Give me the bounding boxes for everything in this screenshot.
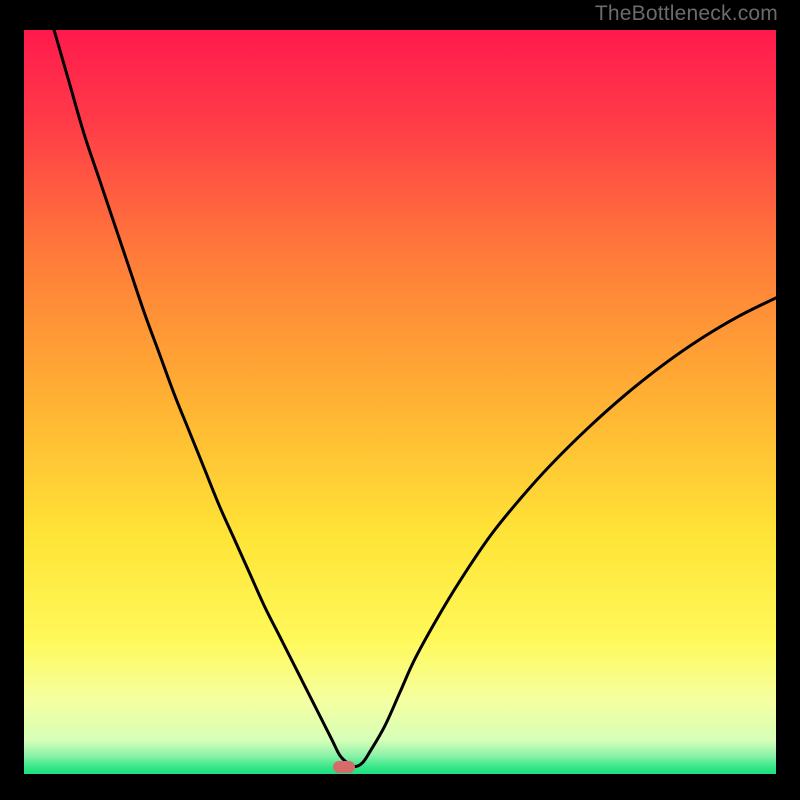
plot-area [24,30,776,774]
watermark-text: TheBottleneck.com [595,2,778,26]
chart-frame: TheBottleneck.com [0,0,800,800]
bottleneck-plot [24,30,776,774]
gradient-background [24,30,776,774]
optimal-point-marker [333,761,355,773]
